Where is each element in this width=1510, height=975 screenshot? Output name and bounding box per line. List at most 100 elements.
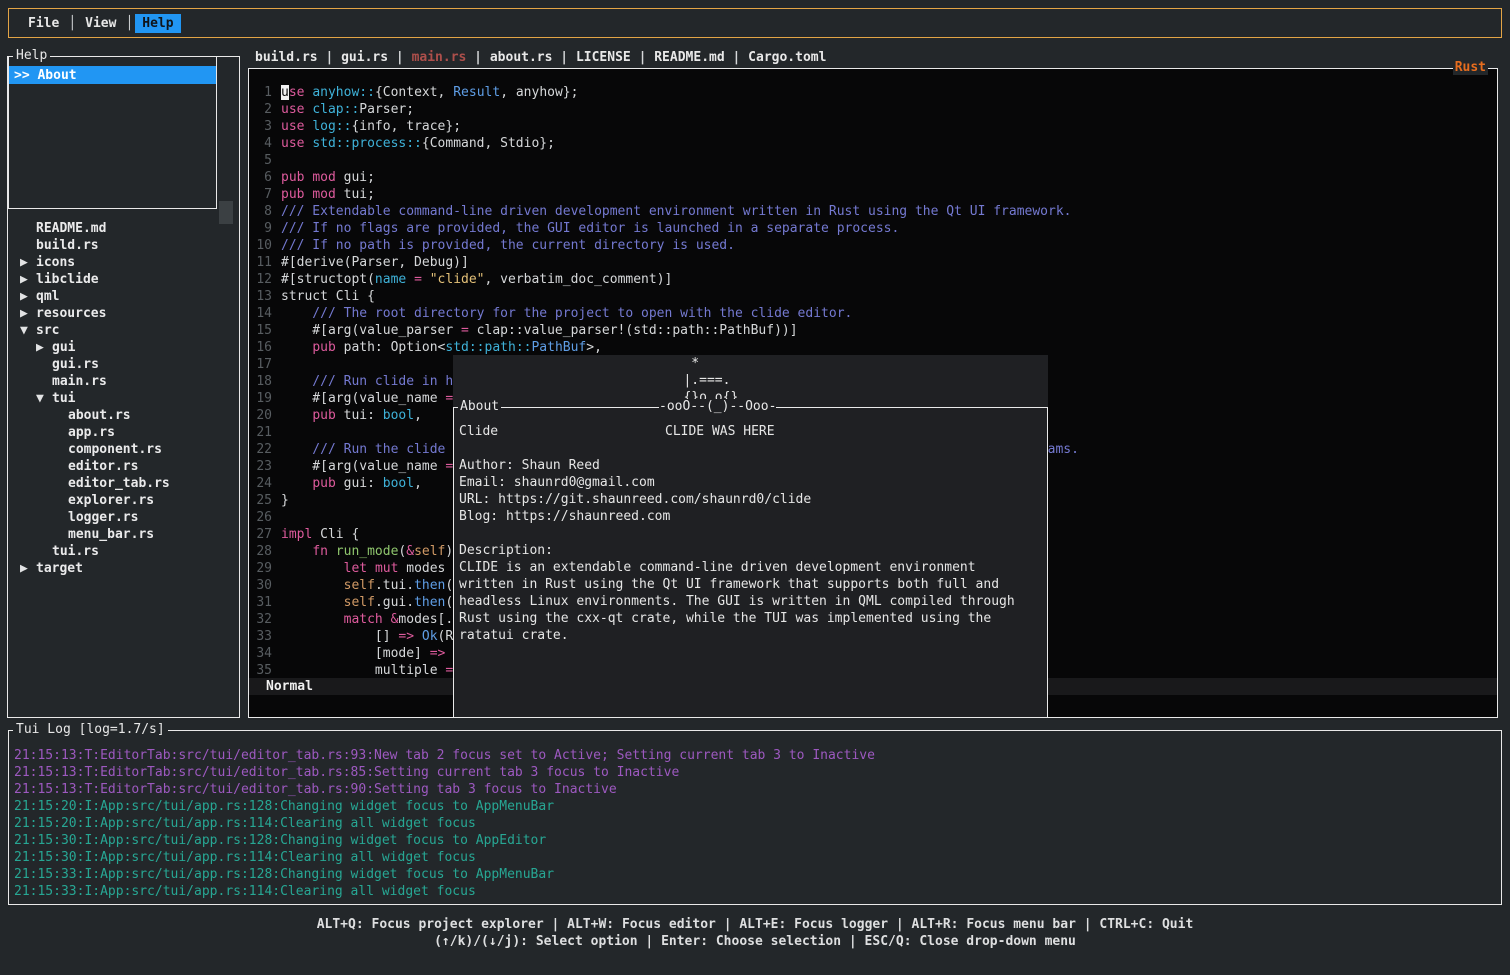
code-line-15[interactable]: 15 #[arg(value_parser = clap::value_pars… [256,322,1497,339]
code-token: /// Run the clide [281,442,453,457]
code-token: [mode] [281,646,430,661]
menu-item-view[interactable]: View [78,14,123,33]
tree-indent-spacer [20,220,36,237]
code-line-13[interactable]: 13struct Cli { [256,288,1497,305]
chevron-collapsed-icon[interactable]: ▶ [20,288,36,305]
explorer-item-resources[interactable]: ▶resources [8,305,238,322]
code-token: => [430,646,446,661]
explorer-item-label: tui [52,391,75,406]
code-line-2[interactable]: 2use clap::Parser; [256,101,1497,118]
line-number: 27 [256,526,272,543]
explorer-item-menu-bar-rs[interactable]: menu_bar.rs [8,526,238,543]
explorer-item-label: libclide [36,272,99,287]
explorer-item-explorer-rs[interactable]: explorer.rs [8,492,238,509]
about-text-line [459,440,1047,457]
chevron-collapsed-icon[interactable]: ▶ [20,271,36,288]
code-token: modes [398,561,445,576]
menu-item-file[interactable]: File [21,14,66,33]
code-token: mod [312,170,335,185]
keybinding-help-line-1: ALT+Q: Focus project explorer | ALT+W: F… [0,916,1510,933]
code-line-4[interactable]: 4use std::process::{Command, Stdio}; [256,135,1497,152]
explorer-item-logger-rs[interactable]: logger.rs [8,509,238,526]
explorer-item-readme-md[interactable]: README.md [8,220,238,237]
editor-tab-cargo-toml[interactable]: Cargo.toml [748,50,826,65]
code-token: multiple [281,663,445,678]
explorer-item-gui[interactable]: ▶gui [8,339,238,356]
code-token [281,578,344,593]
line-number: 19 [256,390,272,407]
editor-tab-gui-rs[interactable]: gui.rs [341,50,388,65]
editor-tab-about-rs[interactable]: about.rs [490,50,553,65]
explorer-item-about-rs[interactable]: about.rs [8,407,238,424]
explorer-item-tui[interactable]: ▼tui [8,390,238,407]
code-line-5[interactable]: 5 [256,152,1497,169]
explorer-item-target[interactable]: ▶target [8,560,238,577]
help-menu-item-about[interactable]: >> About [9,66,216,84]
explorer-item-label: about.rs [68,408,131,423]
log-entry-info: 21:15:33:I:App:src/tui/app.rs:114:Cleari… [14,883,1501,900]
chevron-expanded-icon[interactable]: ▼ [36,390,52,407]
line-number: 1 [256,84,272,101]
code-line-3[interactable]: 3use log::{info, trace}; [256,118,1497,135]
explorer-item-libclide[interactable]: ▶libclide [8,271,238,288]
code-line-14[interactable]: 14 /// The root directory for the projec… [256,305,1497,322]
menu-item-help[interactable]: Help [135,14,180,33]
code-line-10[interactable]: 10/// If no path is provided, the curren… [256,237,1497,254]
code-line-9[interactable]: 9/// If no flags are provided, the GUI e… [256,220,1497,237]
log-lines: 21:15:13:T:EditorTab:src/tui/editor_tab.… [9,731,1501,900]
chevron-collapsed-icon[interactable]: ▶ [20,305,36,322]
editor-tab-main-rs[interactable]: main.rs [412,50,467,65]
chevron-collapsed-icon[interactable]: ▶ [36,339,52,356]
code-line-7[interactable]: 7pub mod tui; [256,186,1497,203]
line-number: 6 [256,169,272,186]
code-line-11[interactable]: 11#[derive(Parser, Debug)] [256,254,1497,271]
code-line-16[interactable]: 16 pub path: Option<std::path::PathBuf>, [256,339,1497,356]
explorer-item-label: gui [52,340,75,355]
code-token: Ok [422,629,438,644]
explorer-item-icons[interactable]: ▶icons [8,254,238,271]
tree-indent-spacer [52,526,68,543]
line-number: 35 [256,662,272,679]
code-token: std::path:: [445,340,531,355]
code-token: use [281,136,304,151]
explorer-scrollbar-thumb[interactable] [219,201,233,224]
editor-tab-build-rs[interactable]: build.rs [255,50,318,65]
code-token [383,612,391,627]
code-token: impl [281,527,312,542]
chevron-expanded-icon[interactable]: ▼ [20,322,36,339]
chevron-collapsed-icon[interactable]: ▶ [20,254,36,271]
tree-indent-spacer [52,407,68,424]
line-number: 18 [256,373,272,390]
code-token: let [344,561,367,576]
log-entry-info: 21:15:20:I:App:src/tui/app.rs:114:Cleari… [14,815,1501,832]
explorer-item-build-rs[interactable]: build.rs [8,237,238,254]
explorer-item-component-rs[interactable]: component.rs [8,441,238,458]
log-entry-info: 21:15:30:I:App:src/tui/app.rs:114:Cleari… [14,849,1501,866]
code-token: {info, trace}; [351,119,461,134]
editor-tab-license[interactable]: LICENSE [576,50,631,65]
explorer-item-qml[interactable]: ▶qml [8,288,238,305]
code-line-8[interactable]: 8/// Extendable command-line driven deve… [256,203,1497,220]
code-token: pub [281,187,304,202]
explorer-item-main-rs[interactable]: main.rs [8,373,238,390]
code-token: = [414,272,422,287]
explorer-item-tui-rs[interactable]: tui.rs [8,543,238,560]
explorer-item-gui-rs[interactable]: gui.rs [8,356,238,373]
explorer-item-editor-tab-rs[interactable]: editor_tab.rs [8,475,238,492]
explorer-item-src[interactable]: ▼src [8,322,238,339]
code-line-12[interactable]: 12#[structopt(name = "clide", verbatim_d… [256,271,1497,288]
line-number: 10 [256,237,272,254]
code-line-1[interactable]: 1use anyhow::{Context, Result, anyhow}; [256,84,1497,101]
editor-tab-readme-md[interactable]: README.md [654,50,724,65]
explorer-item-label: main.rs [52,374,107,389]
tui-log-panel: Tui Log [log=1.7/s] 21:15:13:T:EditorTab… [8,730,1502,905]
keybinding-help-line-2: (↑/k)/(↓/j): Select option | Enter: Choo… [0,933,1510,950]
explorer-item-editor-rs[interactable]: editor.rs [8,458,238,475]
code-token: struct Cli { [281,289,375,304]
explorer-item-app-rs[interactable]: app.rs [8,424,238,441]
code-line-6[interactable]: 6pub mod gui; [256,169,1497,186]
tree-indent-spacer [52,458,68,475]
line-number: 3 [256,118,272,135]
vim-mode-label: Normal [266,679,313,694]
chevron-collapsed-icon[interactable]: ▶ [20,560,36,577]
